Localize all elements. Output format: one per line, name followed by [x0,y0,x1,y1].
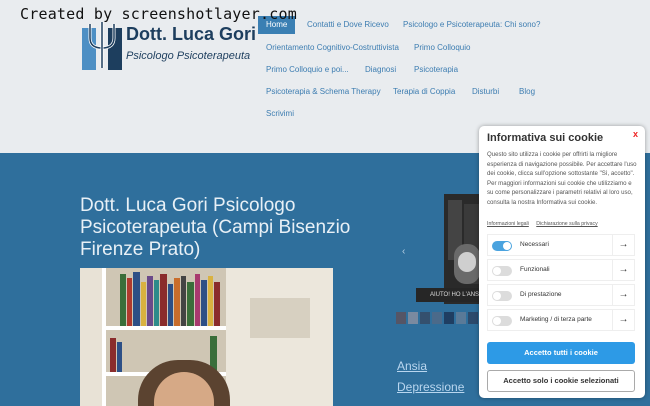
arrow-right-icon[interactable]: → [612,235,634,255]
nav-item-contatti[interactable]: Contatti e Dove Ricevo [307,18,389,32]
nav-item-primo-colloquio-e-poi[interactable]: Primo Colloquio e poi... [266,63,349,77]
privacy-link[interactable]: Dichiarazione sulla privacy [536,221,597,227]
close-icon[interactable]: x [633,129,638,139]
slider-thumbnail[interactable] [456,312,466,324]
slider-thumbnail[interactable] [396,312,406,324]
nav-item-schema-therapy[interactable]: Psicoterapia & Schema Therapy [266,85,381,99]
cookie-category-label: Funzionali [520,266,550,273]
slider-thumbnails [396,312,484,326]
logo-name: Dott. Luca Gori [126,24,256,44]
arrow-right-icon[interactable]: → [612,310,634,330]
slider-thumbnail[interactable] [432,312,442,324]
page: Dott. Luca Gori Psicologo Psicoterapeuta… [0,0,650,406]
cookie-title: Informativa sui cookie [487,132,604,144]
nav-item-psicoterapia[interactable]: Psicoterapia [414,63,458,77]
cookie-toggle[interactable] [492,266,512,276]
topic-link-ansia[interactable]: Ansia [397,359,427,373]
nav-item-disturbi[interactable]: Disturbi [472,85,499,99]
cookie-category-funzionali: Funzionali → [487,259,635,281]
cookie-category-label: Marketing / di terza parte [520,316,592,323]
watermark: Created by screenshotlayer.com [20,5,297,23]
slider-caption[interactable]: AIUTO! HO L'ANSIA [416,288,486,302]
nav-item-scrivimi[interactable]: Scrivimi [266,107,294,121]
cookie-category-prestazione: Di prestazione → [487,284,635,306]
logo-subtitle: Psicologo Psicoterapeuta [126,50,251,62]
slider-thumbnail[interactable] [408,312,418,324]
arrow-right-icon[interactable]: → [612,260,634,280]
slider-thumbnail[interactable] [468,312,478,324]
cookie-toggle[interactable] [492,241,512,251]
legal-info-link[interactable]: Informazioni legali [487,221,529,227]
accept-all-button[interactable]: Accetto tutti i cookie [487,342,635,364]
topic-link-depressione[interactable]: Depressione [397,380,464,394]
cookie-category-label: Necessari [520,241,549,248]
nav-item-primo-colloquio[interactable]: Primo Colloquio [414,41,470,55]
accept-selected-button[interactable]: Accetto solo i cookie selezionati [487,370,635,392]
cookie-links: Informazioni legali Dichiarazione sulla … [487,221,604,227]
cookie-text: Questo sito utilizza i cookie per offrir… [487,151,637,206]
chevron-left-icon[interactable]: ‹ [402,246,405,257]
slider-thumbnail[interactable] [420,312,430,324]
portrait-photo [80,268,333,406]
psi-logo-icon [82,22,122,70]
slider-thumbnail[interactable] [444,312,454,324]
cookie-toggle[interactable] [492,316,512,326]
nav-item-orientamento[interactable]: Orientamento Cognitivo-Costruttivista [266,41,399,55]
cookie-toggle[interactable] [492,291,512,301]
cookie-category-label: Di prestazione [520,291,562,298]
nav-item-blog[interactable]: Blog [519,85,535,99]
cookie-category-marketing: Marketing / di terza parte → [487,309,635,331]
nav-item-diagnosi[interactable]: Diagnosi [365,63,396,77]
arrow-right-icon[interactable]: → [612,285,634,305]
nav-item-chi-sono[interactable]: Psicologo e Psicoterapeuta: Chi sono? [403,18,540,32]
nav-item-terapia-coppia[interactable]: Terapia di Coppia [393,85,455,99]
page-title: Dott. Luca Gori Psicologo Psicoterapeuta… [80,195,351,260]
cookie-banner: Informativa sui cookie x Questo sito uti… [479,126,645,398]
site-logo[interactable]: Dott. Luca Gori Psicologo Psicoterapeuta [82,18,256,74]
cookie-category-necessari: Necessari → [487,234,635,256]
